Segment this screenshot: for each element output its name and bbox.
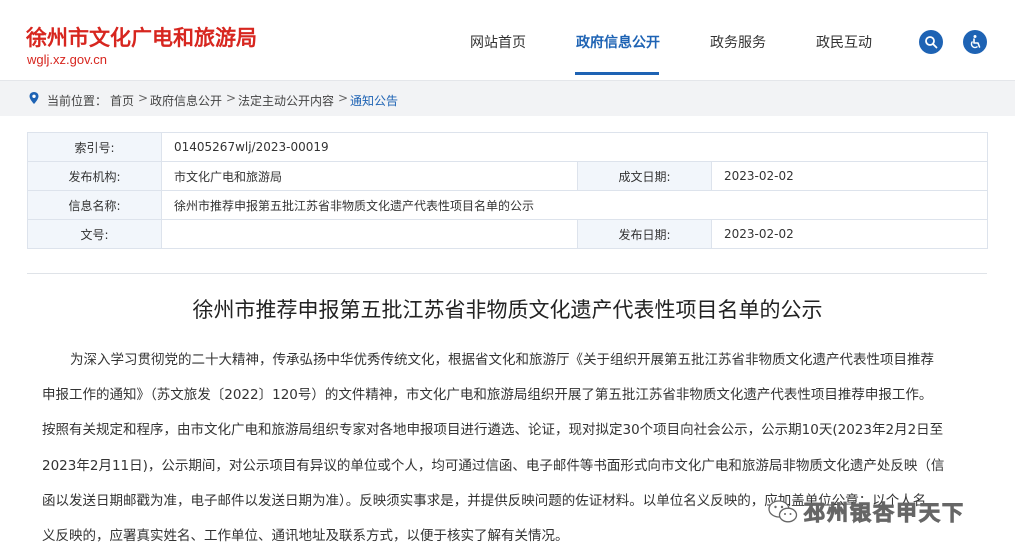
index-value: 01405267wlj/2023-00019 bbox=[160, 132, 989, 162]
article-line: 申报工作的通知》（苏文旅发〔2022〕120号）的文件精神，市文化广电和旅游局组… bbox=[42, 387, 933, 403]
breadcrumb-home[interactable]: 首页 bbox=[110, 92, 134, 109]
wechat-icon bbox=[768, 500, 798, 523]
index-label: 索引号: bbox=[27, 132, 162, 162]
article-line: 按照有关规定和程序，由市文化广电和旅游局组织专家对各地申报项目进行遴选、论证，现… bbox=[42, 422, 944, 438]
article-line: 义反映的，应署真实姓名、工作单位、通讯地址及联系方式，以便于核实了解有关情况。 bbox=[42, 528, 569, 544]
published-date-value: 2023-02-02 bbox=[710, 219, 989, 249]
breadcrumb: 当前位置： 首页 > 政府信息公开 > 法定主动公开内容 > 通知公告 bbox=[0, 80, 1015, 116]
nav-home[interactable]: 网站首页 bbox=[470, 32, 526, 52]
breadcrumb-separator: > bbox=[338, 91, 349, 105]
table-row: 发布机构: 市文化广电和旅游局 成文日期: 2023-02-02 bbox=[27, 161, 989, 191]
publisher-label: 发布机构: bbox=[27, 161, 162, 191]
search-icon bbox=[925, 36, 938, 49]
breadcrumb-statutory[interactable]: 法定主动公开内容 bbox=[238, 92, 334, 109]
site-header: 徐州市文化广电和旅游局 wglj.xz.gov.cn 网站首页 政府信息公开 政… bbox=[0, 0, 1015, 80]
site-title[interactable]: 徐州市文化广电和旅游局 bbox=[26, 22, 257, 52]
site-domain: wglj.xz.gov.cn bbox=[27, 52, 107, 67]
search-button[interactable] bbox=[919, 30, 943, 54]
article-line: 2023年2月11日)，公示期间，对公示项目有异议的单位或个人，均可通过信函、电… bbox=[42, 458, 945, 474]
article-title: 徐州市推荐申报第五批江苏省非物质文化遗产代表性项目名单的公示 bbox=[192, 298, 823, 322]
doc-number-value bbox=[161, 219, 578, 249]
nav-interaction[interactable]: 政民互动 bbox=[816, 32, 872, 52]
divider bbox=[27, 273, 987, 274]
created-date-value: 2023-02-02 bbox=[710, 161, 989, 191]
table-row: 信息名称: 徐州市推荐申报第五批江苏省非物质文化遗产代表性项目名单的公示 bbox=[27, 190, 989, 220]
watermark: 邳州银杏甲天下 bbox=[768, 492, 965, 532]
accessibility-icon bbox=[970, 35, 981, 49]
created-date-label: 成文日期: bbox=[577, 161, 712, 191]
breadcrumb-notices[interactable]: 通知公告 bbox=[350, 92, 398, 109]
table-row: 文号: 发布日期: 2023-02-02 bbox=[27, 219, 989, 249]
info-name-label: 信息名称: bbox=[27, 190, 162, 220]
doc-number-label: 文号: bbox=[27, 219, 162, 249]
article-line: 为深入学习贯彻党的二十大精神，传承弘扬中华优秀传统文化，根据省文化和旅游厅《关于… bbox=[70, 352, 934, 368]
nav-active-indicator bbox=[575, 72, 659, 75]
nav-services[interactable]: 政务服务 bbox=[710, 32, 766, 52]
published-date-label: 发布日期: bbox=[577, 219, 712, 249]
breadcrumb-gov-info[interactable]: 政府信息公开 bbox=[150, 92, 222, 109]
breadcrumb-separator: > bbox=[226, 91, 237, 105]
location-icon bbox=[29, 92, 39, 104]
breadcrumb-separator: > bbox=[138, 91, 149, 105]
info-table: 索引号: 01405267wlj/2023-00019 发布机构: 市文化广电和… bbox=[27, 132, 989, 249]
watermark-text: 邳州银杏甲天下 bbox=[804, 501, 965, 526]
info-name-value: 徐州市推荐申报第五批江苏省非物质文化遗产代表性项目名单的公示 bbox=[160, 190, 989, 220]
nav-gov-info[interactable]: 政府信息公开 bbox=[576, 32, 660, 52]
breadcrumb-prefix: 当前位置： bbox=[47, 94, 108, 108]
accessibility-button[interactable] bbox=[963, 30, 987, 54]
publisher-value: 市文化广电和旅游局 bbox=[161, 161, 578, 191]
table-row: 索引号: 01405267wlj/2023-00019 bbox=[27, 132, 989, 162]
